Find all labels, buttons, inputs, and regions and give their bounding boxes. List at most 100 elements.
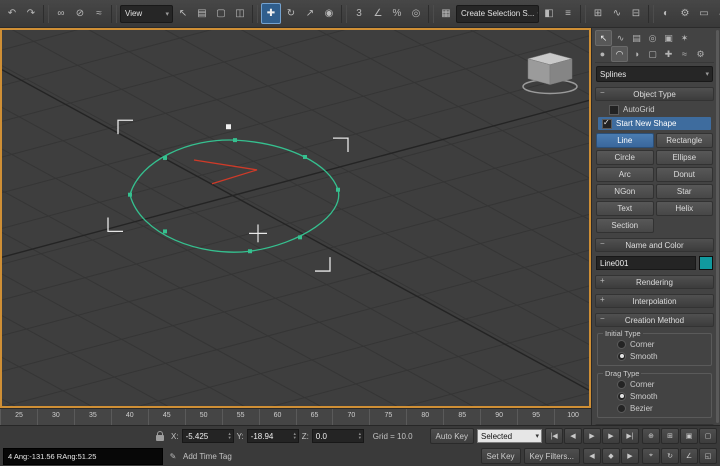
shape-button-ellipse[interactable]: Ellipse (656, 150, 714, 165)
selected-filter-dropdown[interactable]: Selected▾ (477, 429, 542, 443)
start-new-shape-toggle[interactable]: Start New Shape (598, 117, 711, 130)
spline-vertex[interactable] (248, 249, 252, 253)
material-editor-icon[interactable]: ◐ (657, 4, 675, 23)
field-of-view-icon[interactable]: ∠ (680, 448, 698, 464)
align-icon[interactable]: ≡ (559, 4, 577, 23)
percent-snap-icon[interactable]: % (388, 4, 406, 23)
initial-type-smooth-radio[interactable]: Smooth (601, 350, 708, 362)
mirror-icon[interactable]: ◧ (540, 4, 558, 23)
zoom-region-icon[interactable]: ▢ (699, 428, 717, 444)
shape-button-helix[interactable]: Helix (656, 201, 714, 216)
timeline-tick[interactable]: 45 (148, 409, 185, 425)
select-scale-icon[interactable]: ↗ (301, 4, 319, 23)
shape-button-ngon[interactable]: NGon (596, 184, 654, 199)
autogrid-checkbox-row[interactable]: AutoGrid (595, 103, 714, 116)
rollout-creation-method[interactable]: − Creation Method (595, 313, 714, 327)
go-to-end-button[interactable]: ▶| (621, 428, 639, 444)
spline-vertex[interactable] (303, 155, 307, 159)
timeline-tick[interactable]: 80 (406, 409, 443, 425)
cameras-category-icon[interactable]: ▢ (645, 47, 660, 61)
drag-type-corner-radio[interactable]: Corner (601, 378, 708, 390)
use-pivot-center-icon[interactable]: ◉ (320, 4, 338, 23)
timeline-tick[interactable]: 70 (332, 409, 369, 425)
spline-vertex[interactable] (298, 235, 302, 239)
bind-to-space-warp-icon[interactable]: ≈ (90, 4, 108, 23)
viewport-canvas[interactable] (2, 30, 589, 406)
timeline-tick[interactable]: 60 (259, 409, 296, 425)
schematic-view-icon[interactable]: ⊟ (627, 4, 645, 23)
key-filters-button[interactable]: Key Filters... (524, 448, 580, 464)
drag-type-smooth-radio[interactable]: Smooth (601, 390, 708, 402)
zoom-extents-icon[interactable]: ▣ (680, 428, 698, 444)
timeline-tick[interactable]: 75 (369, 409, 406, 425)
render-setup-icon[interactable]: ⚙ (676, 4, 694, 23)
spline-vertex[interactable] (163, 156, 167, 160)
next-key-button[interactable]: ▶ (621, 448, 639, 464)
panel-scrollbar[interactable] (716, 30, 719, 423)
timeline-tick[interactable]: 95 (517, 409, 554, 425)
shape-button-donut[interactable]: Donut (656, 167, 714, 182)
layer-manager-icon[interactable]: ⊞ (589, 4, 607, 23)
time-tag-icon[interactable]: ✎ (166, 450, 180, 463)
geometry-category-icon[interactable]: ● (595, 47, 610, 61)
add-time-tag[interactable]: Add Time Tag (183, 452, 232, 461)
timeline-tick[interactable]: 100 (554, 409, 591, 425)
timeline-tick[interactable]: 90 (480, 409, 517, 425)
spline-vertex[interactable] (233, 138, 237, 142)
spinner-icon[interactable]: ▲▼ (293, 432, 297, 440)
window-crossing-icon[interactable]: ◫ (231, 4, 249, 23)
maximize-viewport-icon[interactable]: ◱ (699, 448, 717, 464)
set-key-button[interactable]: Set Key (481, 448, 521, 464)
object-color-swatch[interactable] (699, 256, 713, 270)
select-and-link-icon[interactable]: ∞ (52, 4, 70, 23)
go-to-start-button[interactable]: |◀ (545, 428, 563, 444)
select-move-icon[interactable]: ✚ (261, 3, 281, 24)
undo-icon[interactable]: ↶ (3, 4, 21, 23)
redo-icon[interactable]: ↷ (22, 4, 40, 23)
selection-region-icon[interactable]: ▢ (212, 4, 230, 23)
rollout-keyboard-entry[interactable]: + Keyboard Entry (595, 424, 714, 425)
render-production-icon[interactable]: ♨ (714, 4, 720, 23)
zoom-icon[interactable]: ⊕ (642, 428, 660, 444)
auto-key-button[interactable]: Auto Key (430, 428, 474, 444)
spline-vertex[interactable] (163, 229, 167, 233)
timeline-tick[interactable]: 25 (0, 409, 37, 425)
named-selection-dropdown[interactable]: Create Selection S...▾ (456, 5, 539, 23)
rollout-rendering[interactable]: + Rendering (595, 275, 714, 289)
rollout-name-and-color[interactable]: − Name and Color (595, 238, 714, 252)
drag-type-bezier-radio[interactable]: Bezier (601, 402, 708, 414)
rendered-frame-icon[interactable]: ▭ (695, 4, 713, 23)
timeline-tick[interactable]: 85 (443, 409, 480, 425)
object-name-field[interactable]: Line001 (596, 256, 696, 270)
previous-frame-button[interactable]: ◀ (564, 428, 582, 444)
orbit-icon[interactable]: ↻ (661, 448, 679, 464)
shape-class-dropdown[interactable]: Splines ▾ (596, 66, 713, 82)
spinner-icon[interactable]: ▲▼ (228, 432, 232, 440)
spline-vertex[interactable] (336, 188, 340, 192)
lights-category-icon[interactable]: ◑ (629, 47, 644, 61)
select-object-icon[interactable]: ↖ (174, 4, 192, 23)
graph-editors-icon[interactable]: ∿ (608, 4, 626, 23)
timeline-tick[interactable]: 35 (74, 409, 111, 425)
create-tab-icon[interactable]: ↖ (595, 30, 612, 46)
unlink-selection-icon[interactable]: ⊘ (71, 4, 89, 23)
initial-type-corner-radio[interactable]: Corner (601, 338, 708, 350)
modify-tab-icon[interactable]: ∿ (613, 31, 628, 45)
shapes-category-icon[interactable]: ◠ (611, 46, 628, 62)
pan-view-icon[interactable]: ⌖ (642, 448, 660, 464)
timeline-tick[interactable]: 40 (111, 409, 148, 425)
timeline-tick[interactable]: 30 (37, 409, 74, 425)
timeline-track-bar[interactable]: 253035404550556065707580859095100 (0, 408, 591, 425)
snap-toggle-3d-icon[interactable]: 3 (350, 4, 368, 23)
x-coord-field[interactable]: -5.425▲▼ (182, 429, 234, 443)
motion-tab-icon[interactable]: ◎ (645, 31, 660, 45)
perspective-viewport[interactable] (0, 28, 591, 408)
rollout-interpolation[interactable]: + Interpolation (595, 294, 714, 308)
shape-button-section[interactable]: Section (596, 218, 654, 233)
spinner-icon[interactable]: ▲▼ (358, 432, 362, 440)
spinner-snap-icon[interactable]: ◎ (407, 4, 425, 23)
previous-key-button[interactable]: ◀ (583, 448, 601, 464)
timeline-tick[interactable]: 55 (222, 409, 259, 425)
key-mode-toggle[interactable]: ◆ (602, 448, 620, 464)
shape-button-rectangle[interactable]: Rectangle (656, 133, 714, 148)
